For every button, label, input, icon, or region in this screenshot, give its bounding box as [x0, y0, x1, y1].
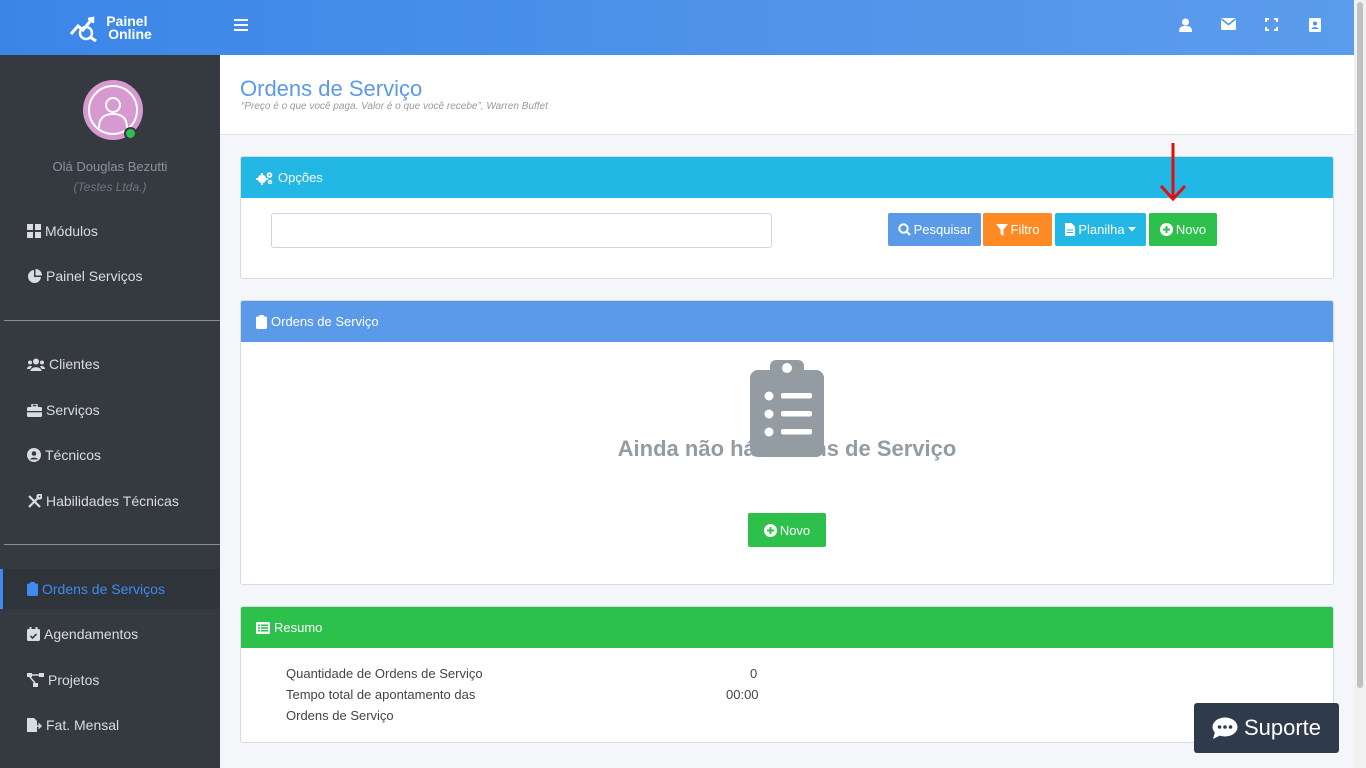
clipboard-icon: [256, 314, 267, 329]
search-button[interactable]: Pesquisar: [888, 213, 981, 246]
sidebar-item-projetos[interactable]: Projetos: [0, 660, 220, 700]
spreadsheet-button-label: Planilha: [1078, 222, 1125, 237]
comment-dots-icon: [1212, 717, 1238, 739]
summary-card-header: Resumo: [241, 607, 1333, 648]
users-icon: [27, 358, 45, 371]
summary-value: 00:00: [726, 687, 759, 702]
spreadsheet-dropdown-button[interactable]: Planilha: [1055, 213, 1146, 246]
caret-down-icon: [1127, 227, 1136, 232]
options-card-title: Opções: [278, 170, 323, 185]
user-circle-icon: [27, 448, 41, 462]
sidebar-item-label: Serviços: [46, 402, 100, 418]
list-alt-icon: [256, 621, 270, 634]
summary-card: Resumo Quantidade de Ordens de Serviço 0…: [240, 606, 1334, 743]
sidebar-item-tecnicos[interactable]: Técnicos: [0, 435, 220, 475]
sidebar-divider: [4, 544, 220, 545]
file-export-icon: [27, 718, 42, 732]
sidebar-item-label: Clientes: [49, 356, 100, 372]
sidebar-item-painel-servicos[interactable]: Painel Serviços: [0, 256, 220, 296]
sidebar-item-habilidades-tecnicas[interactable]: Habilidades Técnicas: [0, 481, 220, 521]
sidebar-item-servicos[interactable]: Serviços: [0, 390, 220, 430]
empty-state-new-button[interactable]: Novo: [748, 513, 826, 547]
page-title: Ordens de Serviço: [240, 76, 423, 101]
app-logo[interactable]: Painel Online: [0, 0, 220, 55]
sidebar-item-label: Projetos: [48, 672, 100, 688]
top-header: Painel Online: [0, 0, 1354, 55]
search-input[interactable]: [271, 213, 772, 248]
sidebar-item-clientes[interactable]: Clientes: [0, 344, 220, 384]
envelope-icon[interactable]: [1207, 18, 1250, 32]
grid-icon: [27, 224, 41, 238]
sidebar-item-label: Habilidades Técnicas: [46, 493, 179, 509]
page-header: Ordens de Serviço “Preço é o que você pa…: [220, 55, 1354, 135]
sidebar-item-label: Painel Serviços: [46, 268, 143, 284]
support-button-label: Suporte: [1243, 715, 1322, 740]
sidebar-item-ordens-de-servicos[interactable]: Ordens de Serviços: [0, 569, 220, 609]
empty-state-message: Ainda não há Ordens de Serviço: [617, 436, 957, 461]
summary-label: Ordens de Serviço: [286, 708, 394, 723]
new-button[interactable]: Novo: [1149, 213, 1217, 246]
tools-icon: [28, 493, 42, 508]
user-greeting: Olá Douglas Bezutti: [52, 159, 168, 174]
search-button-label: Pesquisar: [913, 222, 972, 237]
sidebar: Olá Douglas Bezutti (Testes Ltda.) Módul…: [0, 55, 220, 768]
fullscreen-icon[interactable]: [1250, 18, 1293, 32]
empty-state-new-button-label: Novo: [779, 522, 811, 538]
clipboard-icon: [27, 582, 38, 596]
filter-button-label: Filtro: [1010, 222, 1040, 237]
sidebar-divider: [4, 320, 220, 321]
orders-card-header: Ordens de Serviço: [241, 301, 1333, 342]
address-book-icon[interactable]: [1293, 18, 1336, 32]
new-button-label: Novo: [1175, 222, 1207, 237]
plus-circle-icon: [763, 523, 777, 537]
online-status-dot: [124, 127, 137, 140]
summary-value: 0: [750, 666, 758, 681]
plus-circle-icon: [1159, 223, 1173, 236]
file-icon: [1065, 223, 1076, 236]
page-quote: “Preço é o que você paga. Valor é o que …: [241, 101, 548, 112]
filter-icon: [995, 223, 1008, 236]
sidebar-item-agendamentos[interactable]: Agendamentos: [0, 614, 220, 654]
support-button[interactable]: Suporte: [1194, 703, 1339, 753]
summary-label: Tempo total de apontamento das: [286, 687, 476, 702]
pie-chart-icon: [28, 268, 42, 283]
page-scrollbar[interactable]: [1354, 0, 1366, 768]
summary-label: Quantidade de Ordens de Serviço: [286, 666, 483, 681]
sidebar-item-label: Fat. Mensal: [46, 717, 120, 733]
cogs-icon: [256, 171, 273, 185]
orders-card-title: Ordens de Serviço: [271, 314, 379, 329]
filter-button[interactable]: Filtro: [983, 213, 1052, 246]
annotation-arrow-icon: [1160, 143, 1187, 202]
sidebar-item-fat-mensal[interactable]: Fat. Mensal: [0, 705, 220, 745]
sidebar-item-label: Técnicos: [45, 447, 102, 463]
scrollbar-thumb[interactable]: [1357, 2, 1363, 688]
sidebar-item-label: Ordens de Serviços: [42, 581, 165, 597]
briefcase-icon: [27, 403, 42, 417]
orders-card: Ordens de Serviço Ainda não há Ordens de…: [240, 300, 1334, 585]
sidebar-item-label: Módulos: [45, 223, 98, 239]
user-company: (Testes Ltda.): [73, 180, 147, 194]
user-avatar-icon: [98, 97, 128, 129]
menu-toggle-icon[interactable]: [234, 19, 248, 35]
project-diagram-icon: [27, 673, 44, 687]
user-icon[interactable]: [1164, 18, 1207, 32]
logo-icon: [70, 15, 98, 42]
calendar-check-icon: [27, 627, 40, 641]
sidebar-item-modulos[interactable]: Módulos: [0, 211, 220, 251]
logo-line2: Online: [108, 25, 152, 42]
search-icon: [897, 223, 911, 236]
sidebar-item-label: Agendamentos: [44, 626, 139, 642]
summary-card-title: Resumo: [274, 620, 323, 635]
